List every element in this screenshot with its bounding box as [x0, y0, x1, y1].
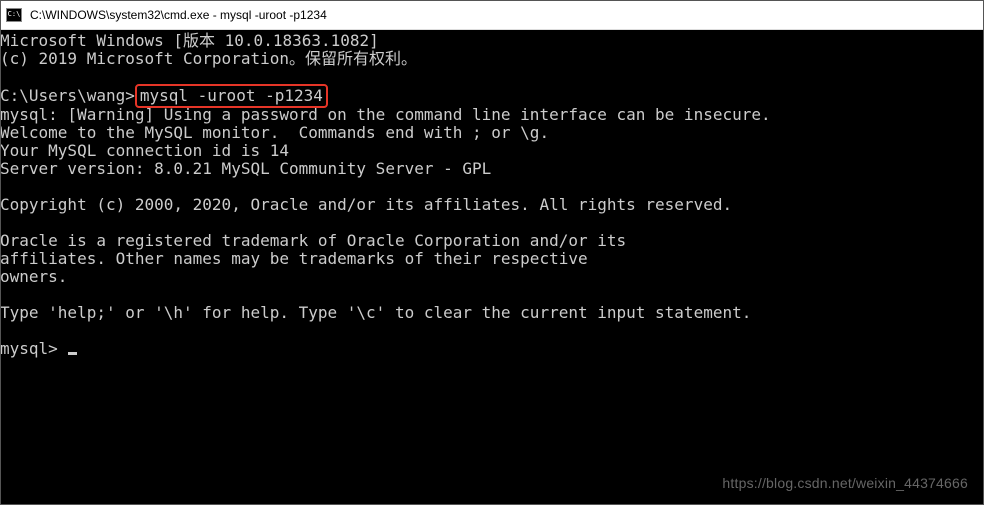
line-trademark-2: affiliates. Other names may be trademark… [0, 249, 588, 268]
terminal-output[interactable]: Microsoft Windows [版本 10.0.18363.1082] (… [0, 30, 984, 360]
titlebar[interactable]: C:\WINDOWS\system32\cmd.exe - mysql -uro… [0, 0, 984, 30]
line-welcome: Welcome to the MySQL monitor. Commands e… [0, 123, 549, 142]
cmd-icon [6, 8, 22, 22]
command-text: mysql -uroot -p1234 [140, 86, 323, 105]
prompt-path: C:\Users\wang> [0, 86, 135, 105]
window-title: C:\WINDOWS\system32\cmd.exe - mysql -uro… [30, 8, 327, 22]
mysql-prompt[interactable]: mysql> [0, 339, 67, 358]
line-winver: Microsoft Windows [版本 10.0.18363.1082] [0, 31, 379, 50]
line-oracle-copyright: Copyright (c) 2000, 2020, Oracle and/or … [0, 195, 732, 214]
line-trademark-1: Oracle is a registered trademark of Orac… [0, 231, 626, 250]
highlighted-command: mysql -uroot -p1234 [135, 84, 328, 108]
line-connid: Your MySQL connection id is 14 [0, 141, 289, 160]
cursor-icon [68, 352, 77, 355]
line-ms-copyright: (c) 2019 Microsoft Corporation。保留所有权利。 [0, 49, 417, 68]
line-trademark-3: owners. [0, 267, 67, 286]
watermark: https://blog.csdn.net/weixin_44374666 [722, 475, 968, 491]
line-server: Server version: 8.0.21 MySQL Community S… [0, 159, 491, 178]
line-warning: mysql: [Warning] Using a password on the… [0, 105, 771, 124]
line-help: Type 'help;' or '\h' for help. Type '\c'… [0, 303, 751, 322]
